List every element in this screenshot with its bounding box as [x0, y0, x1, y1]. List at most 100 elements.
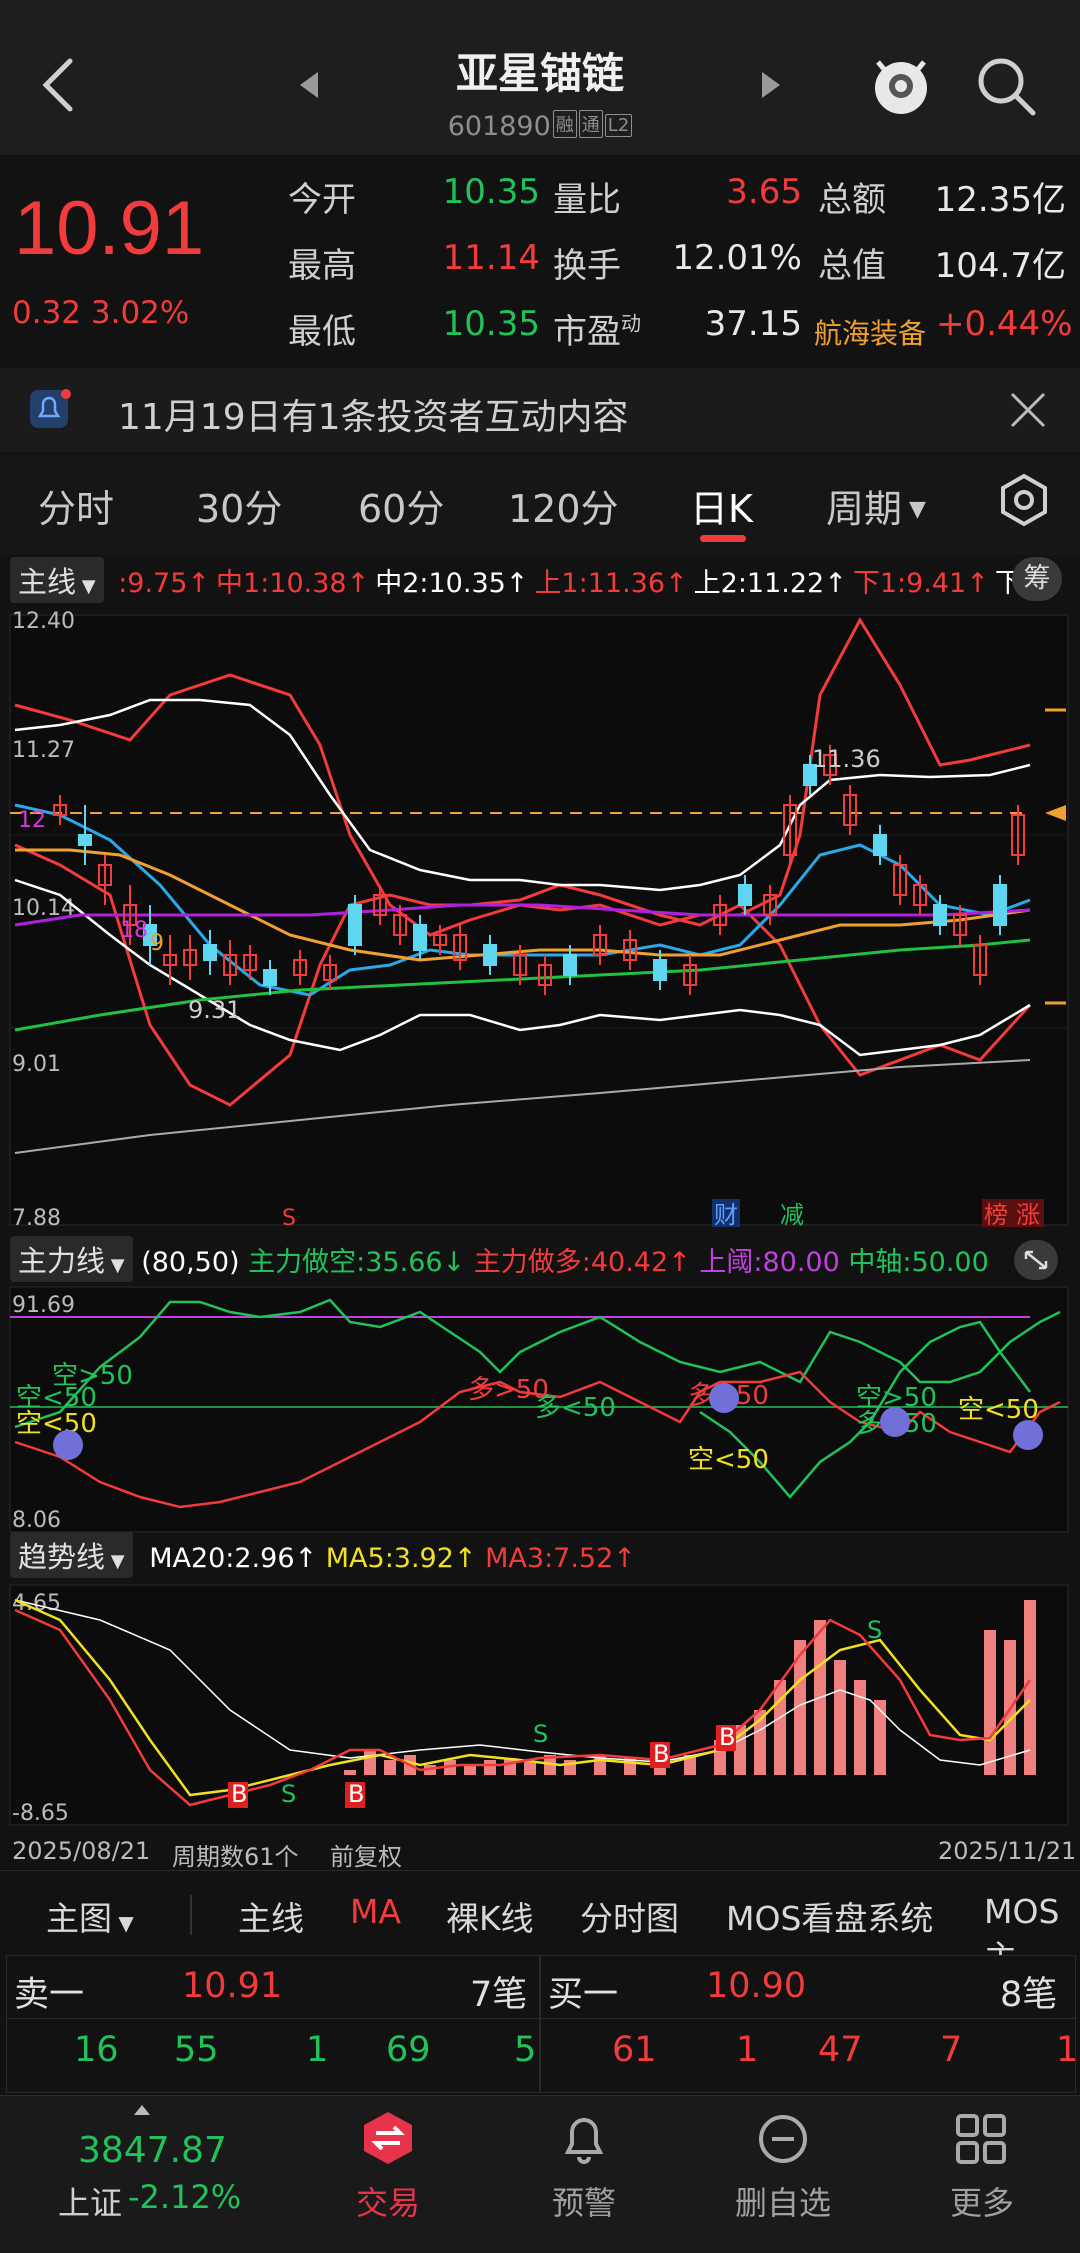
y-axis-label: 9.01: [12, 1052, 61, 1077]
force-upper-value: 上阈:80.00: [699, 1247, 840, 1278]
index-change: -2.12%: [128, 2178, 242, 2216]
active-tab-indicator: [700, 535, 746, 542]
low-value: 10.35: [442, 304, 540, 344]
mascot-icon[interactable]: [868, 50, 934, 120]
trend-bar: [524, 1762, 536, 1775]
finance-badge: 财: [714, 1201, 738, 1229]
candle-body: [993, 884, 1007, 926]
index-value[interactable]: 3847.87: [78, 2130, 227, 2171]
candle-body: [933, 904, 947, 926]
nav-trade[interactable]: 交易: [328, 2178, 448, 2224]
candle-body: [563, 954, 577, 976]
tab-30min[interactable]: 30分: [196, 478, 282, 533]
more-grid-icon[interactable]: [954, 2112, 1008, 2166]
trend-indicator-select[interactable]: 趋势线 ▼: [10, 1532, 133, 1578]
buy-signal: B: [719, 1723, 735, 1751]
mode-intraday[interactable]: 分时图: [580, 1892, 679, 1940]
force-chart[interactable]: 91.69 8.06 空>50 空<50 空<50 多>50 多<50 多>50…: [0, 1282, 1080, 1537]
next-stock-icon[interactable]: [758, 70, 782, 100]
tab-60min[interactable]: 60分: [358, 478, 444, 533]
force-indicator-select[interactable]: 主力线 ▼: [10, 1236, 133, 1282]
face-icon: [880, 1407, 910, 1437]
marker-label: 18: [120, 918, 148, 943]
pe-value: 37.15: [704, 304, 802, 344]
mode-bare-k[interactable]: 裸K线: [446, 1892, 534, 1940]
y-axis-label: 11.27: [12, 738, 75, 763]
buy-one-price: 10.90: [706, 1966, 807, 2006]
adjust-mode[interactable]: 前复权: [330, 1837, 402, 1872]
nav-alert[interactable]: 预警: [524, 2178, 644, 2224]
prev-stock-icon[interactable]: [298, 70, 322, 100]
candle-body: [738, 884, 752, 906]
close-icon[interactable]: [1008, 390, 1048, 430]
chip-button[interactable]: 筹: [1012, 557, 1062, 601]
tab-120min[interactable]: 120分: [508, 478, 619, 533]
force-mid-value: 中轴:50.00: [848, 1247, 989, 1278]
y-axis-label: 8.06: [12, 1508, 61, 1533]
mode-main-line[interactable]: 主线: [238, 1892, 304, 1940]
trend-bar: [874, 1700, 886, 1775]
caret-up-icon: [134, 2105, 150, 2115]
start-date: 2025/08/21: [12, 1837, 151, 1865]
nav-remove-watchlist[interactable]: 删自选: [723, 2178, 843, 2224]
notice-text[interactable]: 11月19日有1条投资者互动内容: [118, 388, 629, 440]
buy-one-count: 8笔: [1000, 1975, 1058, 2015]
buy-one-label: 买一: [548, 1975, 619, 2015]
main-indicator-value: 上1:11.36↑: [534, 568, 688, 599]
main-indicator-value: 中2:10.35↑: [375, 568, 529, 599]
main-chart-select[interactable]: 主图 ▼: [46, 1892, 134, 1940]
marker-label: 12: [18, 808, 46, 833]
expand-icon[interactable]: [1014, 1240, 1058, 1280]
end-date: 2025/11/21: [938, 1837, 1077, 1865]
y-axis-label: 91.69: [12, 1293, 75, 1318]
kline-chart[interactable]: 12.40 11.27 10.14 9.01 7.88 11.36 9.31 1…: [0, 605, 1080, 1235]
remove-watchlist-icon[interactable]: [756, 2112, 810, 2166]
tab-daily-k[interactable]: 日K: [690, 478, 753, 533]
candle-body: [348, 904, 362, 946]
trend-bar: [484, 1760, 496, 1775]
face-icon: [709, 1383, 739, 1413]
sell-signal: S: [867, 1616, 882, 1644]
alert-bell-icon[interactable]: [558, 2112, 610, 2166]
current-price: 10.91: [14, 186, 205, 271]
trend-chart[interactable]: 4.65 -8.65 B S BSBBS: [0, 1580, 1080, 1830]
mktcap-label: 总值: [818, 246, 886, 286]
tab-period[interactable]: 周期 ▼: [826, 478, 926, 533]
candle-body: [413, 924, 427, 951]
sell-lot: 5: [514, 2030, 537, 2070]
high-label: 最高: [288, 246, 356, 286]
rise-badge: 涨: [1016, 1201, 1040, 1229]
margin-tag: 融: [552, 110, 577, 138]
sell-lot: 55: [174, 2030, 219, 2070]
buy-lot: 61: [612, 2030, 657, 2070]
back-icon[interactable]: [38, 55, 78, 115]
sell-lot: 1: [306, 2030, 329, 2070]
search-icon[interactable]: [975, 55, 1037, 117]
signal-label: 空<50: [688, 1445, 769, 1475]
settings-icon[interactable]: [996, 472, 1052, 528]
high-annotation: 11.36: [812, 745, 881, 773]
y-axis-label: 7.88: [12, 1206, 61, 1231]
tab-intraday[interactable]: 分时: [38, 478, 114, 533]
sector-change: +0.44%: [936, 304, 1073, 344]
force-params: (80,50): [141, 1247, 240, 1278]
force-short-value: 主力做空:35.66↓: [248, 1247, 466, 1278]
level2-tag: L2: [604, 114, 633, 137]
mktcap-value: 104.7亿: [934, 246, 1066, 286]
trade-icon[interactable]: [360, 2110, 416, 2166]
pe-label: 市盈动: [553, 311, 641, 352]
trend-bar: [464, 1765, 476, 1775]
mode-mos[interactable]: MOS看盘系统: [726, 1892, 933, 1940]
main-indicator-select[interactable]: 主线 ▼: [10, 557, 104, 603]
turnover-value: 12.01%: [672, 238, 802, 278]
open-value: 10.35: [442, 172, 540, 212]
sell-lot: 69: [386, 2030, 431, 2070]
sector-name[interactable]: 航海装备: [814, 312, 926, 352]
mode-ma[interactable]: MA: [350, 1892, 401, 1931]
buy-lot: 1: [1056, 2030, 1079, 2070]
stock-name: 亚星锚链: [455, 49, 624, 98]
candle-body: [263, 969, 277, 986]
nav-more[interactable]: 更多: [922, 2178, 1042, 2224]
sell-signal: S: [533, 1720, 548, 1748]
trend-bar: [834, 1660, 846, 1775]
